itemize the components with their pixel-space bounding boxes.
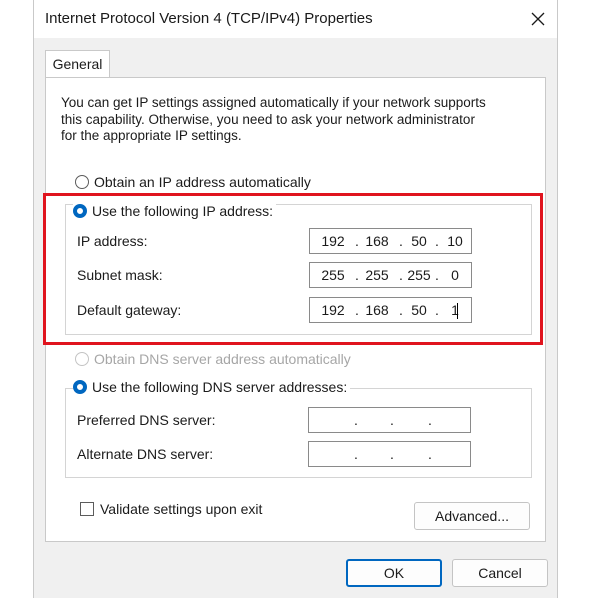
- radio-button-disabled: [75, 352, 89, 366]
- radio-label: Obtain DNS server address automatically: [94, 351, 351, 367]
- radio-obtain-dns-auto: Obtain DNS server address automatically: [75, 351, 351, 367]
- octet-separator: .: [428, 446, 432, 462]
- cancel-button[interactable]: Cancel: [452, 559, 548, 587]
- radio-obtain-ip-auto[interactable]: Obtain an IP address automatically: [75, 174, 311, 190]
- alternate-dns-label: Alternate DNS server:: [77, 446, 214, 462]
- advanced-button[interactable]: Advanced...: [414, 502, 530, 530]
- preferred-dns-input[interactable]: . . .: [308, 407, 471, 433]
- close-button[interactable]: [524, 6, 552, 32]
- close-icon: [531, 12, 545, 26]
- validate-checkbox-row[interactable]: Validate settings upon exit: [80, 501, 262, 517]
- ok-button[interactable]: OK: [346, 559, 442, 587]
- highlight-box: [43, 193, 543, 345]
- checkbox-label: Validate settings upon exit: [100, 501, 263, 517]
- tab-general[interactable]: General: [45, 50, 110, 78]
- radio-button[interactable]: [75, 175, 89, 189]
- preferred-dns-label: Preferred DNS server:: [77, 412, 216, 428]
- window-title: Internet Protocol Version 4 (TCP/IPv4) P…: [45, 10, 373, 27]
- validate-checkbox[interactable]: [80, 502, 94, 516]
- octet-separator: .: [354, 412, 358, 428]
- description-text: You can get IP settings assigned automat…: [61, 95, 531, 145]
- tab-strip: General: [34, 38, 557, 78]
- octet-separator: .: [428, 412, 432, 428]
- radio-button-selected[interactable]: [73, 380, 87, 394]
- radio-label: Obtain an IP address automatically: [94, 174, 311, 190]
- description-line: You can get IP settings assigned automat…: [61, 95, 486, 110]
- octet-separator: .: [390, 412, 394, 428]
- radio-use-following-dns[interactable]: Use the following DNS server addresses:: [73, 379, 351, 395]
- description-line: for the appropriate IP settings.: [61, 128, 242, 143]
- alternate-dns-input[interactable]: . . .: [308, 441, 471, 467]
- title-bar: Internet Protocol Version 4 (TCP/IPv4) P…: [34, 0, 557, 38]
- radio-label: Use the following DNS server addresses:: [92, 379, 348, 395]
- octet-separator: .: [354, 446, 358, 462]
- octet-separator: .: [390, 446, 394, 462]
- description-line: this capability. Otherwise, you need to …: [61, 111, 475, 127]
